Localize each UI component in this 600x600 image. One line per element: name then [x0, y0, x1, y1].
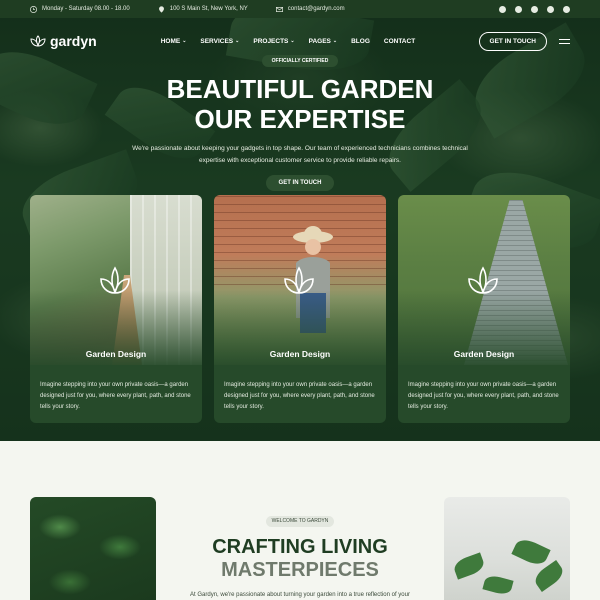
leaf-logo-icon [30, 35, 46, 47]
card-title: Garden Design [269, 349, 331, 359]
mail-icon [275, 6, 283, 12]
nav-item-blog[interactable]: BLOG [351, 38, 370, 45]
chevron-down-icon: ⌄ [235, 38, 240, 44]
welcome-text: At Gardyn, we're passionate about turnin… [190, 592, 410, 598]
hours-text: Monday - Saturday 08.00 - 18.00 [42, 6, 130, 12]
chevron-down-icon: ⌄ [290, 38, 295, 44]
leaves-icon [100, 266, 130, 294]
hero-get-in-touch-button[interactable]: GET IN TOUCH [266, 175, 334, 191]
top-info-bar: Monday - Saturday 08.00 - 18.00 100 S Ma… [0, 0, 600, 18]
main-navigation: gardyn HOME ⌄ SERVICES ⌄ PROJECTS ⌄ PAGES ⌄ … [30, 26, 570, 56]
logo-text: gardyn [50, 33, 97, 49]
hamburger-menu-icon[interactable] [559, 38, 570, 44]
hero-title: BEAUTIFUL GARDEN OUR EXPERTISE [0, 74, 600, 134]
card-text: Imagine stepping into your own private o… [40, 382, 191, 410]
leaves-icon [284, 266, 314, 294]
x-icon[interactable] [515, 5, 522, 13]
nav-item-label: CONTACT [383, 37, 416, 45]
welcome-title-line1: CRAFTING LIVING [212, 536, 388, 558]
email-text[interactable]: contact@gardyn.com [288, 6, 345, 12]
service-card[interactable]: Garden Design Imagine stepping into your… [398, 195, 570, 423]
get-in-touch-button[interactable]: GET IN TOUCH [478, 31, 547, 51]
nav-item-projects[interactable]: PROJECTS ⌄ [253, 38, 294, 45]
nav-item-label: PROJECTS [253, 37, 289, 45]
nav-item-pages[interactable]: PAGES ⌄ [309, 38, 337, 45]
leaves-icon [468, 266, 498, 294]
instagram-icon[interactable] [563, 5, 570, 13]
welcome-badge: WELCOME TO GARDYN [266, 516, 334, 527]
address-text: 100 S Main St, New York, NY [169, 6, 248, 12]
nav-item-services[interactable]: SERVICES ⌄ [200, 38, 239, 45]
hero-title-line1: BEAUTIFUL GARDEN [166, 74, 434, 104]
card-text: Imagine stepping into your own private o… [224, 382, 375, 410]
nav-item-label: PAGES [308, 37, 331, 45]
chevron-down-icon: ⌄ [332, 38, 338, 44]
card-text: Imagine stepping into your own private o… [408, 382, 559, 410]
chevron-down-icon: ⌄ [182, 38, 187, 44]
nav-item-label: BLOG [351, 37, 370, 45]
card-title: Garden Design [453, 349, 515, 359]
brand-logo[interactable]: gardyn [30, 33, 97, 49]
nav-item-contact[interactable]: CONTACT [384, 38, 415, 45]
location-pin-icon [158, 5, 164, 13]
nav-menu: HOME ⌄ SERVICES ⌄ PROJECTS ⌄ PAGES ⌄ BLOG CO… [161, 38, 415, 45]
youtube-icon[interactable] [531, 5, 538, 13]
pinterest-icon[interactable] [547, 5, 554, 13]
hero-title-line2: OUR EXPERTISE [194, 104, 406, 134]
social-links [499, 5, 570, 13]
nav-item-home[interactable]: HOME ⌄ [161, 38, 187, 45]
service-card[interactable]: Garden Design Imagine stepping into your… [214, 195, 386, 423]
nav-item-label: HOME [160, 37, 181, 45]
certified-badge: OFFICIALLY CERTIFIED [262, 55, 338, 67]
nav-item-label: SERVICES [200, 37, 234, 45]
address-info: 100 S Main St, New York, NY [158, 5, 248, 13]
service-card[interactable]: Garden Design Imagine stepping into your… [30, 195, 202, 423]
facebook-icon[interactable] [499, 5, 506, 13]
hours-info: Monday - Saturday 08.00 - 18.00 [30, 5, 130, 13]
welcome-title-line2: MASTERPIECES [221, 559, 379, 581]
email-info[interactable]: contact@gardyn.com [275, 6, 345, 13]
hero-description: We're passionate about keeping your gadg… [132, 145, 468, 164]
clock-icon [30, 5, 37, 13]
card-title: Garden Design [85, 349, 147, 359]
